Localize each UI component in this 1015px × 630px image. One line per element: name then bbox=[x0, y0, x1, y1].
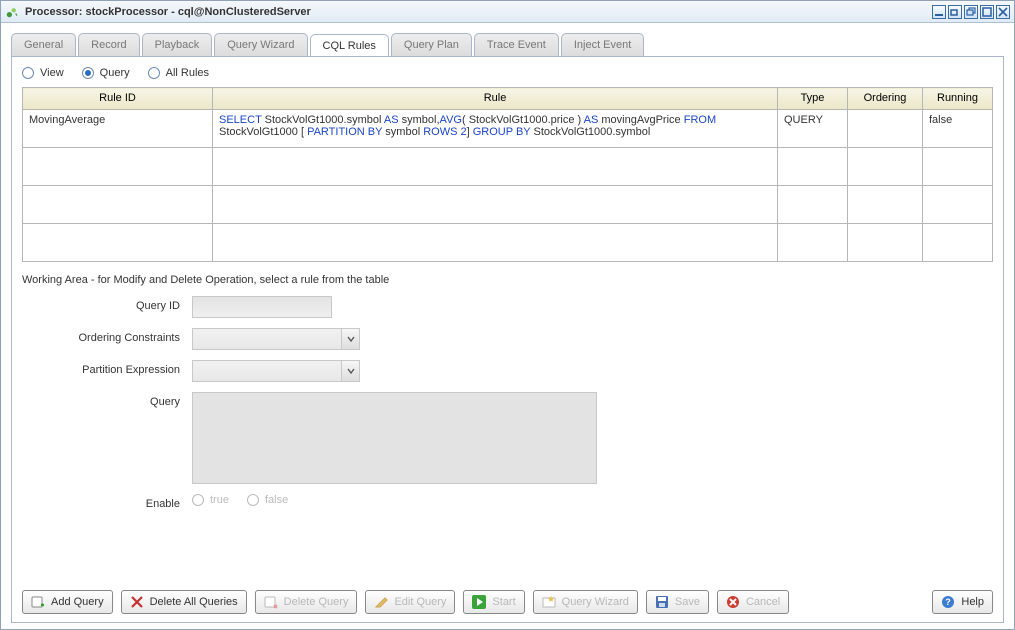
enable-false-radio: false bbox=[247, 494, 288, 506]
table-row[interactable] bbox=[23, 186, 993, 224]
minimize-button[interactable] bbox=[932, 5, 946, 19]
maximize-icon bbox=[982, 7, 992, 17]
bottom-toolbar: Add Query Delete All Queries Delete Quer… bbox=[22, 590, 993, 614]
cql-rules-pane: ViewQueryAll Rules Rule IDRuleTypeOrderi… bbox=[11, 56, 1004, 623]
restore-icon bbox=[966, 7, 976, 17]
view-radio-all-rules[interactable]: All Rules bbox=[148, 67, 209, 79]
minimize-icon bbox=[934, 7, 944, 17]
tab-strip: GeneralRecordPlaybackQuery WizardCQL Rul… bbox=[11, 33, 1004, 56]
query-id-label: Query ID bbox=[22, 296, 192, 312]
start-button: Start bbox=[463, 590, 524, 614]
titlebar: Processor: stockProcessor - cql@NonClust… bbox=[1, 1, 1014, 23]
delete-all-queries-button[interactable]: Delete All Queries bbox=[121, 590, 247, 614]
edit-icon bbox=[374, 595, 388, 609]
restore-down-button[interactable] bbox=[948, 5, 962, 19]
cancel-button: Cancel bbox=[717, 590, 789, 614]
tab-playback[interactable]: Playback bbox=[142, 33, 213, 56]
tab-general[interactable]: General bbox=[11, 33, 76, 56]
tab-query-wizard[interactable]: Query Wizard bbox=[214, 33, 307, 56]
partition-expression-label: Partition Expression bbox=[22, 360, 192, 376]
tab-cql-rules[interactable]: CQL Rules bbox=[310, 34, 389, 57]
col-header[interactable]: Ordering bbox=[848, 88, 923, 110]
table-row[interactable]: MovingAverageSELECT StockVolGt1000.symbo… bbox=[23, 110, 993, 148]
add-icon bbox=[31, 595, 45, 609]
close-icon bbox=[998, 7, 1008, 17]
close-button[interactable] bbox=[996, 5, 1010, 19]
col-header[interactable]: Type bbox=[778, 88, 848, 110]
query-label: Query bbox=[22, 392, 192, 408]
col-header[interactable]: Rule bbox=[213, 88, 778, 110]
svg-text:?: ? bbox=[946, 597, 952, 607]
maximize-button[interactable] bbox=[980, 5, 994, 19]
restore-button[interactable] bbox=[964, 5, 978, 19]
tab-inject-event[interactable]: Inject Event bbox=[561, 33, 644, 56]
save-icon bbox=[655, 595, 669, 609]
partition-expression-select[interactable] bbox=[192, 360, 360, 382]
processor-window: Processor: stockProcessor - cql@NonClust… bbox=[0, 0, 1015, 630]
rules-table: Rule IDRuleTypeOrderingRunning MovingAve… bbox=[22, 87, 993, 262]
tab-query-plan[interactable]: Query Plan bbox=[391, 33, 472, 56]
delete-all-icon bbox=[130, 595, 144, 609]
client-area: GeneralRecordPlaybackQuery WizardCQL Rul… bbox=[1, 23, 1014, 629]
help-button[interactable]: ? Help bbox=[932, 590, 993, 614]
wizard-icon bbox=[542, 595, 556, 609]
restore-down-icon bbox=[950, 7, 960, 17]
tab-record[interactable]: Record bbox=[78, 33, 139, 56]
table-row[interactable] bbox=[23, 224, 993, 262]
query-wizard-button: Query Wizard bbox=[533, 590, 638, 614]
window-controls bbox=[932, 5, 1010, 19]
col-header[interactable]: Running bbox=[923, 88, 993, 110]
view-radio-query[interactable]: Query bbox=[82, 67, 130, 79]
help-icon: ? bbox=[941, 595, 955, 609]
ordering-constraints-label: Ordering Constraints bbox=[22, 328, 192, 344]
view-radio-view[interactable]: View bbox=[22, 67, 64, 79]
add-query-button[interactable]: Add Query bbox=[22, 590, 113, 614]
enable-true-radio: true bbox=[192, 494, 229, 506]
chevron-down-icon[interactable] bbox=[341, 361, 359, 381]
table-row[interactable] bbox=[23, 148, 993, 186]
cancel-icon bbox=[726, 595, 740, 609]
chevron-down-icon[interactable] bbox=[341, 329, 359, 349]
view-mode-radios: View Query All Rules bbox=[22, 67, 993, 79]
tab-trace-event[interactable]: Trace Event bbox=[474, 33, 559, 56]
ordering-constraints-select[interactable] bbox=[192, 328, 360, 350]
window-title: Processor: stockProcessor - cql@NonClust… bbox=[25, 6, 932, 18]
enable-label: Enable bbox=[22, 494, 192, 510]
col-header[interactable]: Rule ID bbox=[23, 88, 213, 110]
edit-query-button: Edit Query bbox=[365, 590, 455, 614]
delete-query-button: Delete Query bbox=[255, 590, 358, 614]
save-button: Save bbox=[646, 590, 709, 614]
query-textarea[interactable] bbox=[192, 392, 597, 484]
delete-icon bbox=[264, 595, 278, 609]
cql-app-icon bbox=[5, 5, 19, 19]
working-area-hint: Working Area - for Modify and Delete Ope… bbox=[22, 274, 993, 286]
query-id-input[interactable] bbox=[192, 296, 332, 318]
play-icon bbox=[472, 595, 486, 609]
